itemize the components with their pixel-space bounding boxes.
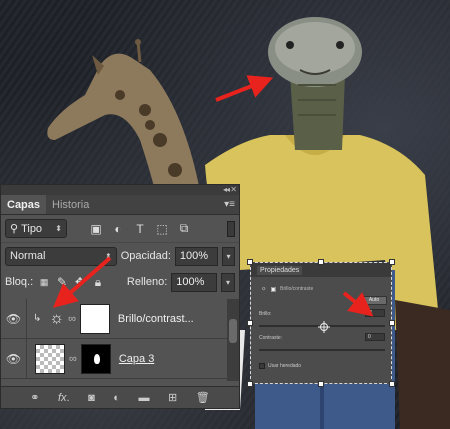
properties-title: Propiedades bbox=[257, 265, 303, 275]
layers-panel: ◂◂ ✕ Capas Historia ▾≡ ⚲ Tipo ⬍ ▣ ◐ T ⬚ … bbox=[0, 184, 240, 409]
contrast-label: Contraste: bbox=[259, 335, 283, 341]
turtle-head bbox=[268, 17, 362, 150]
new-group-icon[interactable]: ▬ bbox=[138, 392, 149, 404]
search-icon: ⚲ bbox=[10, 223, 19, 235]
transform-center-icon bbox=[318, 321, 330, 333]
layer-thumbnail[interactable] bbox=[35, 343, 65, 374]
lock-all-icon[interactable]: 🔒︎ bbox=[91, 275, 105, 289]
transform-handle-ml[interactable] bbox=[247, 320, 253, 326]
checkbox-box[interactable] bbox=[259, 363, 265, 369]
transform-handle-bm[interactable] bbox=[318, 381, 324, 387]
filter-type-value: Tipo bbox=[21, 222, 43, 235]
fill-input[interactable]: 100% bbox=[171, 272, 218, 292]
contrast-slider[interactable] bbox=[259, 349, 385, 351]
layers-bottom-toolbar: ⚭ fx. ◙ ◐ ▬ ⊞ 🗑︎ bbox=[1, 386, 239, 408]
blend-mode-dropdown[interactable]: Normal ⬍ bbox=[5, 246, 117, 266]
layers-scrollbar[interactable] bbox=[227, 299, 239, 381]
lock-label: Bloq.: bbox=[5, 276, 34, 288]
filter-row: ⚲ Tipo ⬍ ▣ ◐ T ⬚ ⧉ bbox=[1, 215, 239, 243]
transform-handle-tl[interactable] bbox=[247, 259, 253, 265]
properties-subtitle: Brillo/contraste bbox=[280, 286, 314, 292]
link-icon: ∞ bbox=[69, 352, 77, 365]
contrast-input[interactable]: 0 bbox=[365, 333, 385, 341]
layer-row-brightness[interactable]: 👁︎ ↳ ☼ ∞ Brillo/contrast... bbox=[1, 299, 227, 339]
fill-dropdown-arrow[interactable]: ▾ bbox=[221, 272, 235, 292]
transform-handle-tm[interactable] bbox=[318, 259, 324, 265]
layer-mask-thumbnail[interactable] bbox=[79, 303, 110, 334]
chevron-updown-icon: ⬍ bbox=[55, 224, 62, 233]
lock-image-icon[interactable]: ✎ bbox=[55, 275, 69, 289]
tab-historia[interactable]: Historia bbox=[46, 195, 95, 214]
clip-arrow-icon: ↳ bbox=[33, 313, 42, 324]
tab-capas[interactable]: Capas bbox=[1, 195, 47, 214]
shape-filter-icon[interactable]: ⬚ bbox=[155, 222, 169, 236]
link-layers-icon[interactable]: ⚭ bbox=[30, 391, 39, 404]
auto-button[interactable]: Auto bbox=[361, 296, 387, 305]
add-mask-icon[interactable]: ◙ bbox=[88, 392, 95, 404]
legacy-label: Usar heredado bbox=[268, 363, 302, 369]
opacity-dropdown-arrow[interactable]: ▾ bbox=[221, 246, 235, 266]
layer-row-capa3[interactable]: 👁︎ ∞ Capa 3 bbox=[1, 339, 227, 379]
opacity-label: Opacidad: bbox=[120, 250, 171, 262]
panel-topbar: ◂◂ ✕ bbox=[1, 185, 239, 195]
legacy-checkbox[interactable]: Usar heredado bbox=[259, 363, 301, 369]
scrollbar-thumb[interactable] bbox=[229, 319, 237, 343]
layer-name[interactable]: Brillo/contrast... bbox=[118, 313, 194, 325]
lock-row: Bloq.: ▦ ✎ ✥ 🔒︎ Relleno: 100% ▾ bbox=[1, 269, 239, 295]
mask-icon: ▣ bbox=[270, 286, 277, 293]
layer-mask-thumbnail[interactable] bbox=[80, 343, 111, 374]
fill-label: Relleno: bbox=[126, 276, 168, 288]
layers-tab-bar: Capas Historia ▾≡ bbox=[1, 195, 239, 215]
transform-handle-bl[interactable] bbox=[247, 381, 253, 387]
adjustment-filter-icon[interactable]: ◐ bbox=[111, 222, 125, 236]
layers-list: 👁︎ ↳ ☼ ∞ Brillo/contrast... 👁︎ ∞ Capa 3 bbox=[1, 299, 227, 381]
link-icon: ∞ bbox=[68, 312, 76, 325]
properties-title-bar: Propiedades bbox=[251, 263, 391, 277]
new-layer-icon[interactable]: ⊞ bbox=[168, 391, 177, 404]
visibility-eye-icon[interactable]: 👁︎ bbox=[1, 339, 27, 378]
brightness-adjustment-icon: ☼ bbox=[261, 286, 267, 292]
blend-row: Normal ⬍ Opacidad: 100% ▾ bbox=[1, 243, 239, 269]
smart-object-filter-icon[interactable]: ⧉ bbox=[177, 221, 191, 236]
visibility-eye-icon[interactable]: 👁︎ bbox=[1, 299, 27, 338]
chevron-updown-icon: ⬍ bbox=[105, 251, 112, 261]
collapse-icon[interactable]: ◂◂ bbox=[223, 185, 230, 195]
brightness-input[interactable]: -1 bbox=[365, 309, 385, 317]
lock-position-icon[interactable]: ✥ bbox=[73, 275, 87, 289]
filter-toggle[interactable] bbox=[227, 220, 235, 237]
panel-menu-icon[interactable]: ▾≡ bbox=[224, 199, 235, 210]
filter-icons: ▣ ◐ T ⬚ ⧉ bbox=[89, 221, 191, 236]
brightness-label: Brillo: bbox=[259, 311, 272, 317]
transform-handle-mr[interactable] bbox=[389, 320, 395, 326]
transform-handle-tr[interactable] bbox=[389, 259, 395, 265]
trash-icon[interactable]: 🗑︎ bbox=[196, 391, 210, 404]
filter-type-dropdown[interactable]: ⚲ Tipo ⬍ bbox=[5, 219, 67, 238]
properties-subtitle-row: ☼ ▣ Brillo/contraste bbox=[251, 281, 391, 297]
pixel-filter-icon[interactable]: ▣ bbox=[89, 222, 103, 236]
close-icon[interactable]: ✕ bbox=[230, 185, 237, 195]
opacity-input[interactable]: 100% bbox=[174, 246, 218, 266]
new-adjustment-icon[interactable]: ◐ bbox=[113, 392, 120, 404]
blend-mode-value: Normal bbox=[10, 250, 46, 262]
lock-transparent-icon[interactable]: ▦ bbox=[37, 275, 51, 289]
brightness-adjustment-icon: ☼ bbox=[49, 309, 65, 327]
layer-name[interactable]: Capa 3 bbox=[119, 353, 154, 365]
type-filter-icon[interactable]: T bbox=[133, 222, 147, 236]
transform-handle-br[interactable] bbox=[389, 381, 395, 387]
fx-icon[interactable]: fx. bbox=[58, 392, 70, 404]
